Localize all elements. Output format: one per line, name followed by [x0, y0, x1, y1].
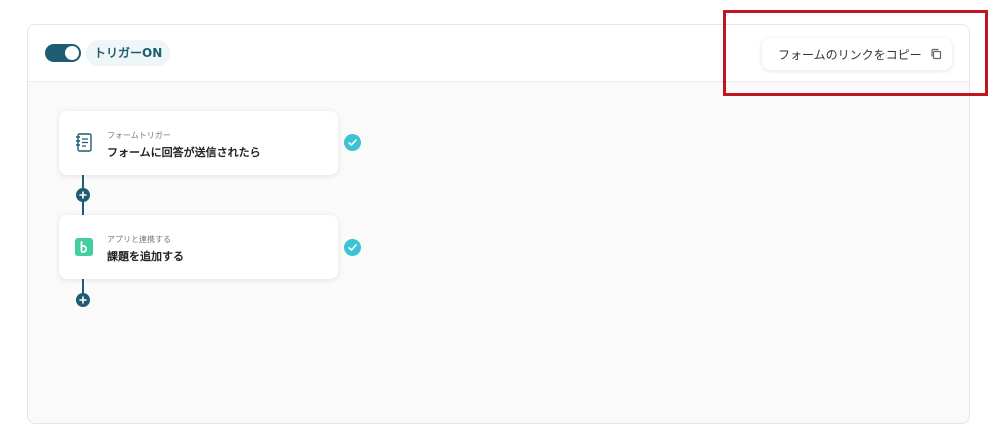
backlog-app-icon — [75, 238, 93, 256]
flow-step-form-trigger[interactable]: フォームトリガー フォームに回答が送信されたら — [59, 111, 338, 175]
toggle-knob — [65, 46, 79, 60]
flow-step-add-issue[interactable]: アプリと連携する 課題を追加する — [59, 215, 338, 279]
add-step-plus-icon[interactable] — [76, 188, 90, 202]
trigger-toggle[interactable] — [45, 44, 81, 62]
highlight-annotation-box — [723, 10, 988, 96]
step-subtitle: フォームトリガー — [107, 131, 171, 140]
step-subtitle: アプリと連携する — [107, 235, 171, 244]
check-icon — [344, 134, 361, 151]
trigger-status-badge: トリガーON — [86, 40, 171, 66]
check-icon — [344, 239, 361, 256]
form-document-icon — [76, 133, 92, 152]
step-title: 課題を追加する — [107, 250, 184, 263]
add-step-plus-icon[interactable] — [76, 293, 90, 307]
step-title: フォームに回答が送信されたら — [107, 146, 261, 159]
